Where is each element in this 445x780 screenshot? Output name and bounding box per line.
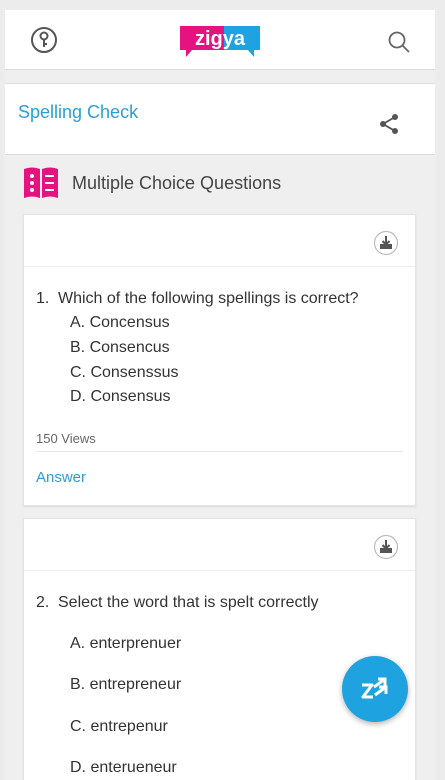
- top-header: zigya: [5, 10, 435, 70]
- section-title: Multiple Choice Questions: [72, 173, 282, 193]
- zigya-chat-icon[interactable]: [342, 656, 408, 722]
- logo-text: zigya: [195, 28, 246, 50]
- page-title[interactable]: Spelling Check: [18, 102, 138, 123]
- question-number: 2.: [36, 594, 50, 611]
- download-icon[interactable]: [373, 534, 399, 560]
- option-d[interactable]: D. enterueneur: [70, 759, 177, 777]
- option-c[interactable]: C. Consenssus: [70, 364, 179, 382]
- question-text: 2. Select the word that is spelt correctl…: [36, 594, 319, 612]
- question-text: 1. Which of the following spellings is co…: [36, 290, 359, 308]
- question-stem: Which of the following spellings is corr…: [58, 290, 359, 307]
- mcq-book-icon: [23, 166, 59, 200]
- search-icon[interactable]: [387, 30, 411, 54]
- option-a[interactable]: A. enterprenuer: [70, 635, 181, 653]
- question-card: 1. Which of the following spellings is co…: [23, 214, 416, 506]
- card-toolbar: [24, 519, 415, 571]
- card-divider: [36, 451, 403, 452]
- key-icon[interactable]: [30, 26, 58, 54]
- question-card: 2. Select the word that is spelt correctl…: [23, 518, 416, 780]
- section-header: Multiple Choice Questions: [23, 165, 423, 201]
- card-toolbar: [24, 215, 415, 267]
- page-title-bar: Spelling Check: [5, 83, 435, 155]
- option-b[interactable]: B. entrepreneur: [70, 676, 181, 694]
- views-count: 150 Views: [36, 431, 96, 446]
- answer-link[interactable]: Answer: [36, 469, 86, 486]
- zigya-logo[interactable]: zigya: [178, 20, 262, 60]
- share-icon[interactable]: [377, 112, 401, 136]
- question-number: 1.: [36, 290, 50, 307]
- download-icon[interactable]: [373, 230, 399, 256]
- option-b[interactable]: B. Consencus: [70, 339, 170, 357]
- option-d[interactable]: D. Consensus: [70, 388, 171, 406]
- option-c[interactable]: C. entrepenur: [70, 718, 168, 736]
- option-a[interactable]: A. Concensus: [70, 314, 170, 332]
- question-stem: Select the word that is spelt correctly: [58, 594, 319, 611]
